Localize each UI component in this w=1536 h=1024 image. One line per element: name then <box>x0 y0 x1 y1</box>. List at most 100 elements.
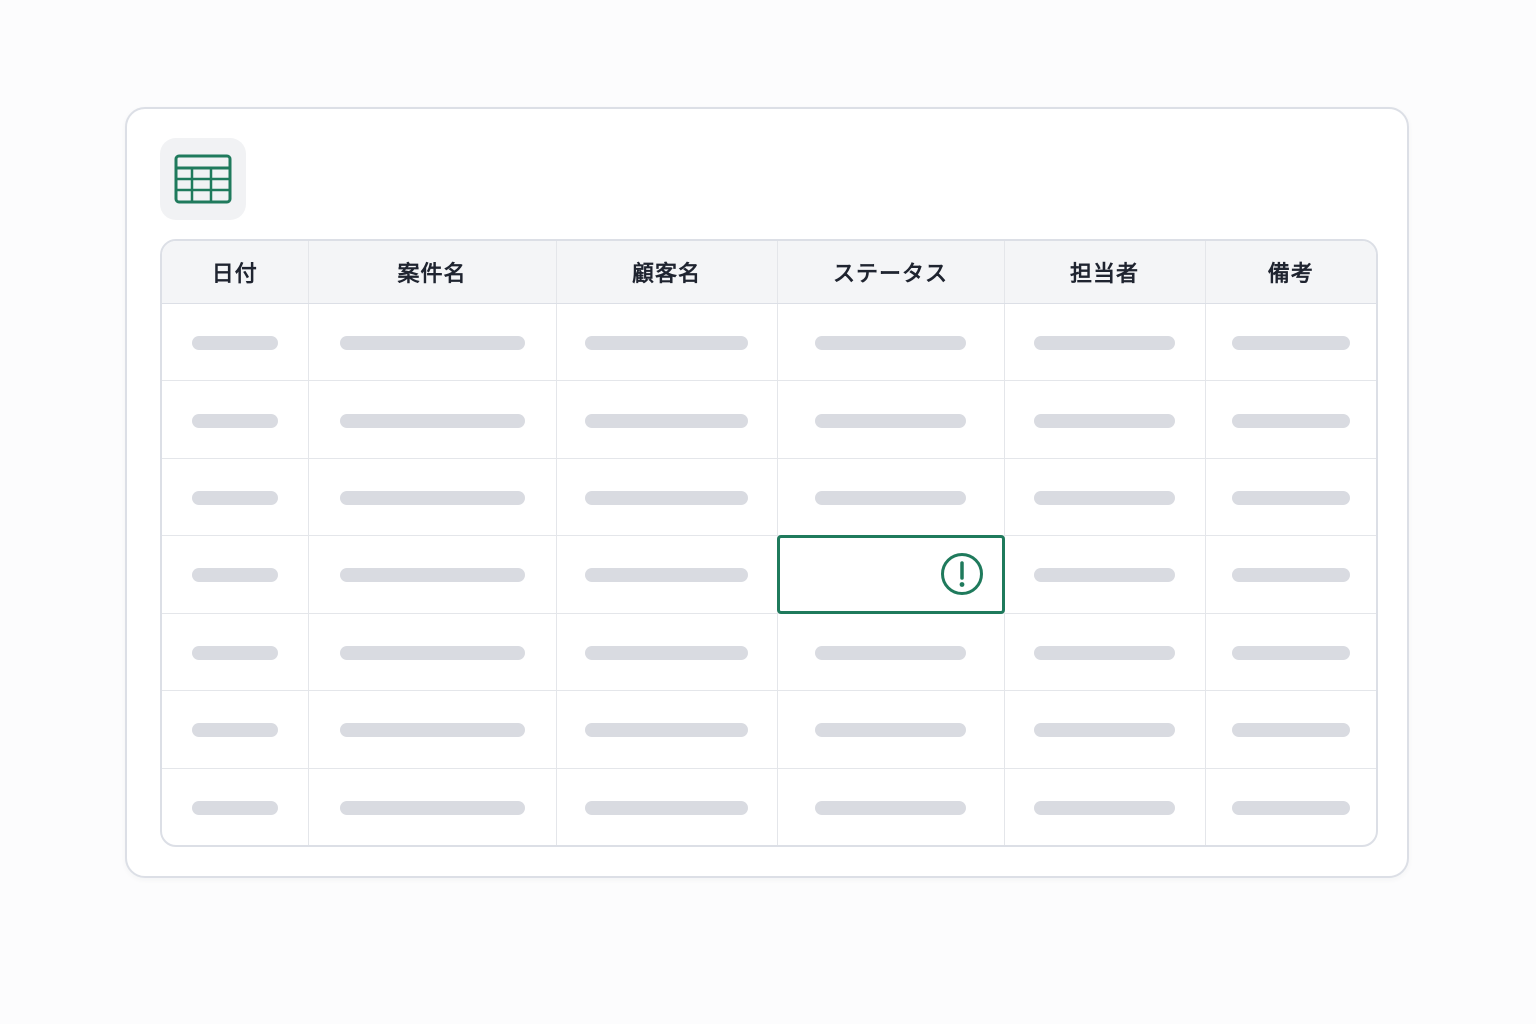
placeholder-bar <box>339 491 525 506</box>
table-cell-project-name[interactable] <box>308 380 557 459</box>
placeholder-bar <box>191 413 278 428</box>
table-row <box>162 690 1376 769</box>
placeholder-bar <box>585 491 748 506</box>
column-header-project-name[interactable]: 案件名 <box>308 241 557 304</box>
table-cell-notes[interactable] <box>1205 768 1376 845</box>
table-cell-status[interactable] <box>777 303 1005 382</box>
table-cell-status[interactable] <box>777 690 1005 769</box>
placeholder-bar <box>1231 645 1350 660</box>
table-cell-date[interactable] <box>162 768 309 845</box>
placeholder-bar <box>191 800 278 815</box>
spreadsheet-icon <box>174 154 232 204</box>
table-row <box>162 458 1376 537</box>
table-cell-assignee[interactable] <box>1004 535 1206 614</box>
table-cell-date[interactable] <box>162 535 309 614</box>
table-row <box>162 535 1376 614</box>
table-cell-customer-name[interactable] <box>556 458 778 537</box>
placeholder-bar <box>191 645 278 660</box>
table-cell-status[interactable] <box>777 458 1005 537</box>
placeholder-bar <box>585 800 748 815</box>
table-cell-status[interactable] <box>777 613 1005 692</box>
table-cell-project-name[interactable] <box>308 613 557 692</box>
placeholder-bar <box>585 645 748 660</box>
placeholder-bar <box>1034 645 1175 660</box>
table-cell-project-name[interactable] <box>308 768 557 845</box>
table-cell-notes[interactable] <box>1205 380 1376 459</box>
alert-circle-icon <box>940 553 983 596</box>
placeholder-bar <box>1034 800 1175 815</box>
placeholder-bar <box>191 336 278 351</box>
table-cell-customer-name[interactable] <box>556 380 778 459</box>
placeholder-bar <box>815 723 966 738</box>
placeholder-bar <box>815 336 966 351</box>
table-cell-date[interactable] <box>162 303 309 382</box>
table-cell-customer-name[interactable] <box>556 303 778 382</box>
placeholder-bar <box>1034 413 1175 428</box>
placeholder-bar <box>815 413 966 428</box>
table-cell-date[interactable] <box>162 458 309 537</box>
table-cell-project-name[interactable] <box>308 535 557 614</box>
placeholder-bar <box>1034 723 1175 738</box>
table-cell-assignee[interactable] <box>1004 458 1206 537</box>
placeholder-bar <box>1231 568 1350 583</box>
table-row <box>162 768 1376 845</box>
spreadsheet-card: 日付 案件名 顧客名 ステータス 担当者 備考 <box>125 107 1409 878</box>
placeholder-bar <box>815 800 966 815</box>
column-header-date[interactable]: 日付 <box>162 241 309 304</box>
table-cell-status[interactable] <box>776 535 1005 614</box>
table-cell-assignee[interactable] <box>1004 380 1206 459</box>
placeholder-bar <box>815 645 966 660</box>
placeholder-bar <box>1034 491 1175 506</box>
spreadsheet-app-icon <box>160 138 246 220</box>
placeholder-bar <box>1231 413 1350 428</box>
table-cell-project-name[interactable] <box>308 690 557 769</box>
table-cell-assignee[interactable] <box>1004 690 1206 769</box>
error-cell-highlight[interactable] <box>776 535 1005 614</box>
placeholder-bar <box>585 723 748 738</box>
table-cell-project-name[interactable] <box>308 458 557 537</box>
table-cell-status[interactable] <box>777 380 1005 459</box>
table-cell-date[interactable] <box>162 690 309 769</box>
table-cell-assignee[interactable] <box>1004 303 1206 382</box>
table-cell-notes[interactable] <box>1205 690 1376 769</box>
placeholder-bar <box>815 491 966 506</box>
placeholder-bar <box>1034 568 1175 583</box>
placeholder-bar <box>339 800 525 815</box>
table-cell-notes[interactable] <box>1205 613 1376 692</box>
table-cell-notes[interactable] <box>1205 458 1376 537</box>
table-cell-customer-name[interactable] <box>556 613 778 692</box>
table-cell-assignee[interactable] <box>1004 613 1206 692</box>
table-row <box>162 303 1376 382</box>
placeholder-bar <box>191 568 278 583</box>
table-cell-date[interactable] <box>162 380 309 459</box>
table-cell-customer-name[interactable] <box>556 690 778 769</box>
column-header-notes[interactable]: 備考 <box>1205 241 1376 304</box>
placeholder-bar <box>1231 336 1350 351</box>
table-cell-notes[interactable] <box>1205 303 1376 382</box>
column-header-assignee[interactable]: 担当者 <box>1004 241 1206 304</box>
placeholder-bar <box>585 413 748 428</box>
column-header-customer-name[interactable]: 顧客名 <box>556 241 778 304</box>
table-row <box>162 380 1376 459</box>
placeholder-bar <box>339 336 525 351</box>
table-cell-customer-name[interactable] <box>556 535 778 614</box>
placeholder-bar <box>191 491 278 506</box>
placeholder-bar <box>585 336 748 351</box>
placeholder-bar <box>339 645 525 660</box>
placeholder-bar <box>1231 723 1350 738</box>
table-cell-customer-name[interactable] <box>556 768 778 845</box>
placeholder-bar <box>1231 800 1350 815</box>
table-cell-project-name[interactable] <box>308 303 557 382</box>
table-cell-assignee[interactable] <box>1004 768 1206 845</box>
data-table: 日付 案件名 顧客名 ステータス 担当者 備考 <box>160 239 1378 847</box>
table-row <box>162 613 1376 692</box>
table-cell-notes[interactable] <box>1205 535 1376 614</box>
placeholder-bar <box>339 723 525 738</box>
placeholder-bar <box>1231 491 1350 506</box>
table-cell-status[interactable] <box>777 768 1005 845</box>
placeholder-bar <box>585 568 748 583</box>
table-header-row: 日付 案件名 顧客名 ステータス 担当者 備考 <box>162 241 1376 304</box>
column-header-status[interactable]: ステータス <box>777 241 1005 304</box>
table-cell-date[interactable] <box>162 613 309 692</box>
placeholder-bar <box>1034 336 1175 351</box>
